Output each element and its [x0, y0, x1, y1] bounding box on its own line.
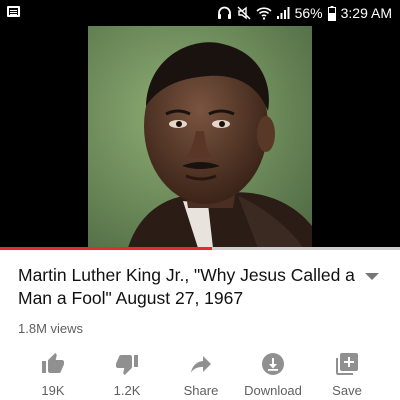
notification-icon — [7, 6, 20, 17]
save-label: Save — [332, 383, 362, 398]
battery-icon — [327, 5, 336, 21]
signal-icon — [276, 7, 290, 19]
clock: 3:29 AM — [340, 5, 392, 21]
share-icon — [191, 356, 211, 373]
mute-icon — [237, 6, 251, 20]
save-to-playlist-icon — [336, 353, 358, 375]
video-progress-bar[interactable] — [0, 247, 400, 250]
save-button[interactable]: Save — [307, 350, 387, 400]
share-label: Share — [183, 383, 219, 398]
download-icon — [262, 353, 284, 375]
screen: 56% 3:29 AM Martin Luther King Jr., "Why… — [0, 0, 400, 400]
share-button[interactable]: Share — [161, 350, 241, 400]
download-label: Download — [244, 383, 302, 398]
status-bar: 56% 3:29 AM — [0, 0, 400, 26]
video-thumbnail — [88, 26, 312, 248]
dislike-count: 1.2K — [113, 383, 141, 398]
like-count: 19K — [41, 383, 65, 398]
video-progress-played — [0, 247, 212, 250]
video-title: Martin Luther King Jr., "Why Jesus Calle… — [18, 265, 355, 308]
dislike-button[interactable]: 1.2K — [87, 350, 167, 400]
thumbs-down-icon — [116, 355, 138, 375]
video-player[interactable] — [0, 26, 400, 249]
like-button[interactable]: 19K — [13, 350, 93, 400]
thumbs-up-icon — [42, 353, 64, 373]
headphones-icon — [217, 6, 231, 19]
wifi-icon — [256, 7, 272, 20]
view-count: 1.8M views — [18, 321, 84, 336]
expand-description-icon[interactable] — [365, 273, 379, 280]
download-button[interactable]: Download — [233, 350, 313, 400]
action-bar: 19K 1.2K Share Download Save — [0, 350, 400, 400]
status-icons: 56% 3:29 AM — [217, 4, 392, 22]
battery-percent: 56% — [294, 5, 323, 21]
